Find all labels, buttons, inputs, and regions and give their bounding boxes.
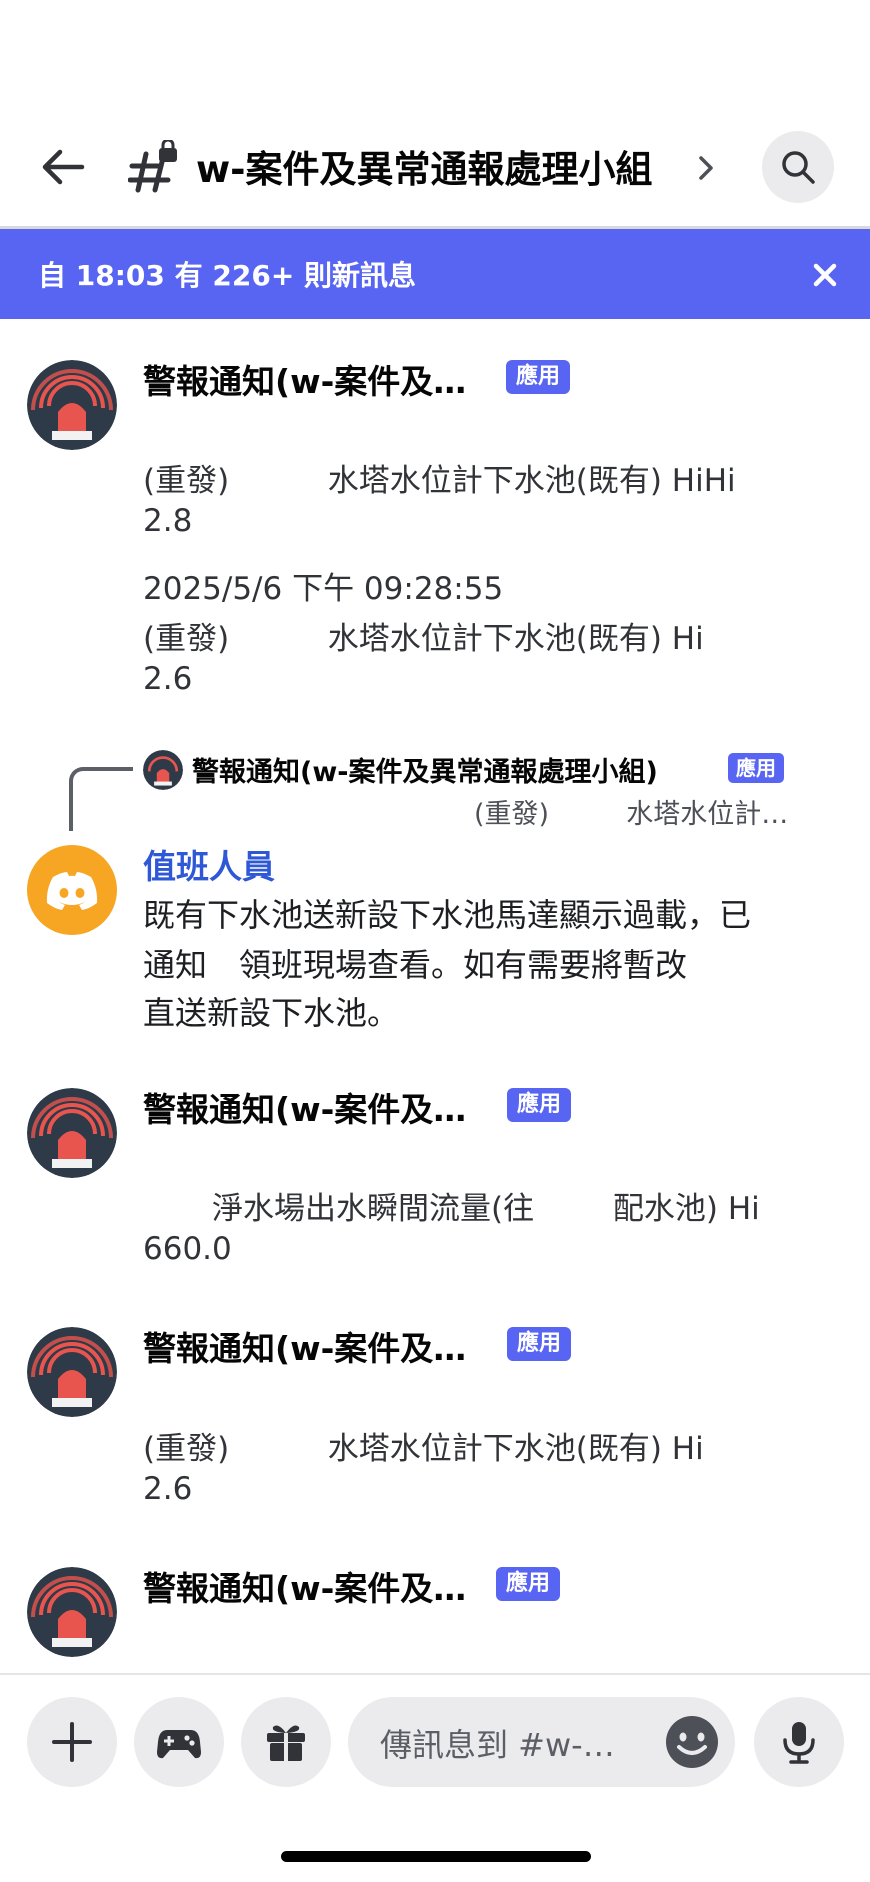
message-line: 2.8 [143, 503, 193, 539]
alarm-siren-icon [27, 1327, 117, 1417]
message-input-placeholder[interactable]: 傳訊息到 #w-… [380, 1720, 615, 1766]
message-line: 既有下水池送新設下水池馬達顯示過載，已 [143, 896, 752, 934]
plus-icon [52, 1722, 92, 1762]
close-icon[interactable] [808, 258, 842, 292]
microphone-icon [783, 1722, 815, 1764]
message-line: 通知 領班現場查看。如有需要將暫改 [143, 946, 688, 984]
search-button[interactable] [762, 131, 834, 203]
alarm-siren-icon [27, 1088, 117, 1178]
app-tag: 應用 [507, 1327, 572, 1361]
gift-button[interactable] [241, 1697, 331, 1787]
reply-author[interactable]: 警報通知(w-案件及異常通報處理小組) [192, 750, 658, 789]
alarm-avatar[interactable] [27, 1327, 117, 1417]
activities-button[interactable] [134, 1697, 224, 1787]
message-author[interactable]: 警報通知(w-案件及… [143, 355, 466, 403]
search-icon [782, 151, 815, 184]
message-author[interactable]: 警報通知(w-案件及… [143, 1562, 466, 1610]
alarm-siren-icon [27, 1567, 117, 1657]
reply-app-tag: 應用 [728, 753, 784, 783]
message-line: (重發) 水塔水位計下水池(既有) Hi [143, 1431, 704, 1467]
app-tag: 應用 [496, 1567, 561, 1601]
chevron-right-icon[interactable] [695, 150, 717, 186]
message-line: 直送新設下水池。 [143, 994, 400, 1032]
message-author[interactable]: 警報通知(w-案件及… [143, 1322, 466, 1370]
reply-avatar[interactable] [143, 750, 183, 790]
alarm-avatar[interactable] [27, 1567, 117, 1657]
emoji-icon[interactable] [664, 1714, 720, 1770]
app-tag: 應用 [507, 1088, 572, 1122]
discord-logo-icon [46, 872, 98, 910]
message-line: 2.6 [143, 661, 193, 697]
reply-preview[interactable]: (重發) 水塔水位計… [474, 792, 788, 831]
alarm-siren-icon [27, 360, 117, 450]
channel-header: w-案件及異常通報處理小組 [0, 0, 870, 228]
alarm-siren-icon [143, 750, 183, 790]
home-indicator [281, 1851, 591, 1862]
alarm-avatar[interactable] [27, 1088, 117, 1178]
reply-connector [69, 767, 133, 831]
message-line: 淨水場出水瞬間流量(往 配水池) Hi [143, 1191, 760, 1227]
locked-hashtag-icon [128, 140, 177, 193]
add-attachment-button[interactable] [27, 1697, 117, 1787]
discord-avatar[interactable] [27, 845, 117, 935]
channel-title[interactable]: w-案件及異常通報處理小組 [196, 139, 653, 193]
app-tag: 應用 [506, 360, 571, 394]
voice-message-button[interactable] [754, 1697, 844, 1787]
message-line: 2025/5/6 下午 09:28:55 [143, 571, 504, 607]
message-author[interactable]: 警報通知(w-案件及… [143, 1083, 466, 1131]
arrow-left-icon[interactable] [38, 142, 88, 192]
message-line: (重發) 水塔水位計下水池(既有) HiHi [143, 463, 736, 499]
message-line: 2.6 [143, 1471, 193, 1507]
new-messages-text[interactable]: 自 18:03 有 226+ 則新訊息 [38, 254, 416, 294]
gift-icon [267, 1725, 305, 1761]
message-line: 660.0 [143, 1231, 232, 1267]
message-author[interactable]: 值班人員 [143, 840, 275, 888]
message-line: (重發) 水塔水位計下水池(既有) Hi [143, 621, 704, 657]
alarm-avatar[interactable] [27, 360, 117, 450]
gamepad-icon [157, 1730, 201, 1759]
